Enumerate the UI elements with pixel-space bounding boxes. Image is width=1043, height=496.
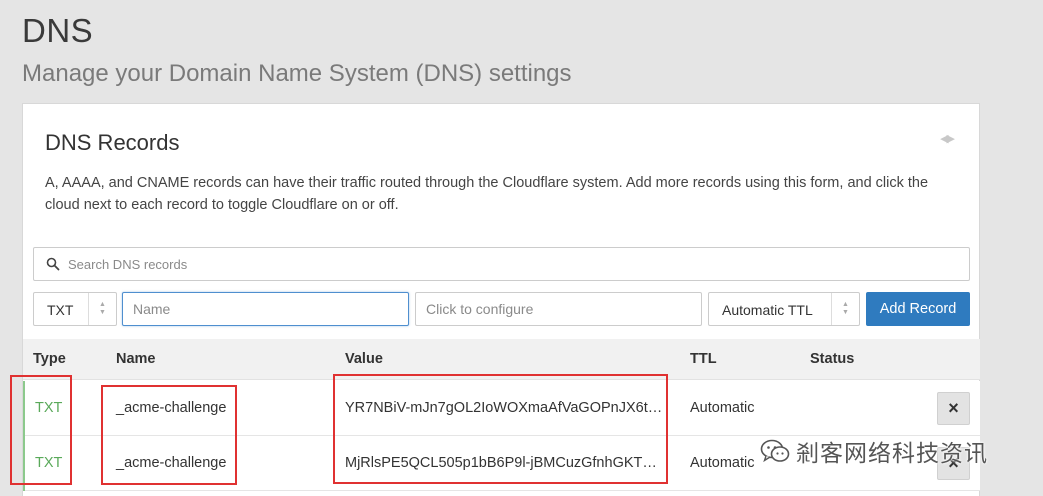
record-type-value: TXT	[47, 302, 74, 318]
column-header-status[interactable]: Status	[810, 351, 854, 367]
column-header-type[interactable]: Type	[33, 351, 66, 367]
highlight-type-column	[10, 375, 72, 485]
highlight-value-column	[333, 374, 668, 484]
collapse-arrows-icon[interactable]: ◀▶	[940, 132, 955, 145]
type-stepper-icon[interactable]: ▲ ▼	[88, 293, 116, 325]
name-input[interactable]	[122, 292, 409, 326]
watermark: 剎客网络科技资讯	[760, 434, 988, 468]
ttl-select[interactable]: Automatic TTL ▲ ▼	[708, 292, 860, 326]
page-title: DNS	[22, 12, 94, 49]
search-input[interactable]	[68, 248, 948, 280]
wechat-icon	[760, 439, 790, 463]
ttl-stepper-icon[interactable]: ▲ ▼	[831, 293, 859, 325]
add-record-form: TXT ▲▼ Automatic TTL ▲▼ Add Record	[33, 292, 970, 326]
card-description: A, AAAA, and CNAME records can have thei…	[45, 175, 929, 213]
record-type-select[interactable]: TXT ▲ ▼	[33, 292, 117, 326]
search-icon	[46, 257, 60, 271]
page-subtitle: Manage your Domain Name System (DNS) set…	[22, 60, 572, 87]
record-ttl[interactable]: Automatic	[690, 455, 754, 471]
add-record-button[interactable]: Add Record	[866, 292, 970, 326]
column-header-value[interactable]: Value	[345, 351, 383, 367]
watermark-text: 剎客网络科技资讯	[796, 441, 988, 467]
record-ttl[interactable]: Automatic	[690, 400, 754, 416]
ttl-value: Automatic TTL	[722, 302, 813, 318]
search-box[interactable]	[33, 247, 970, 281]
delete-record-button[interactable]: ×	[937, 392, 970, 425]
highlight-name-column	[101, 385, 237, 485]
column-header-name[interactable]: Name	[116, 351, 156, 367]
content-input[interactable]	[415, 292, 702, 326]
card-title: DNS Records	[45, 130, 180, 155]
column-header-ttl[interactable]: TTL	[690, 351, 717, 367]
